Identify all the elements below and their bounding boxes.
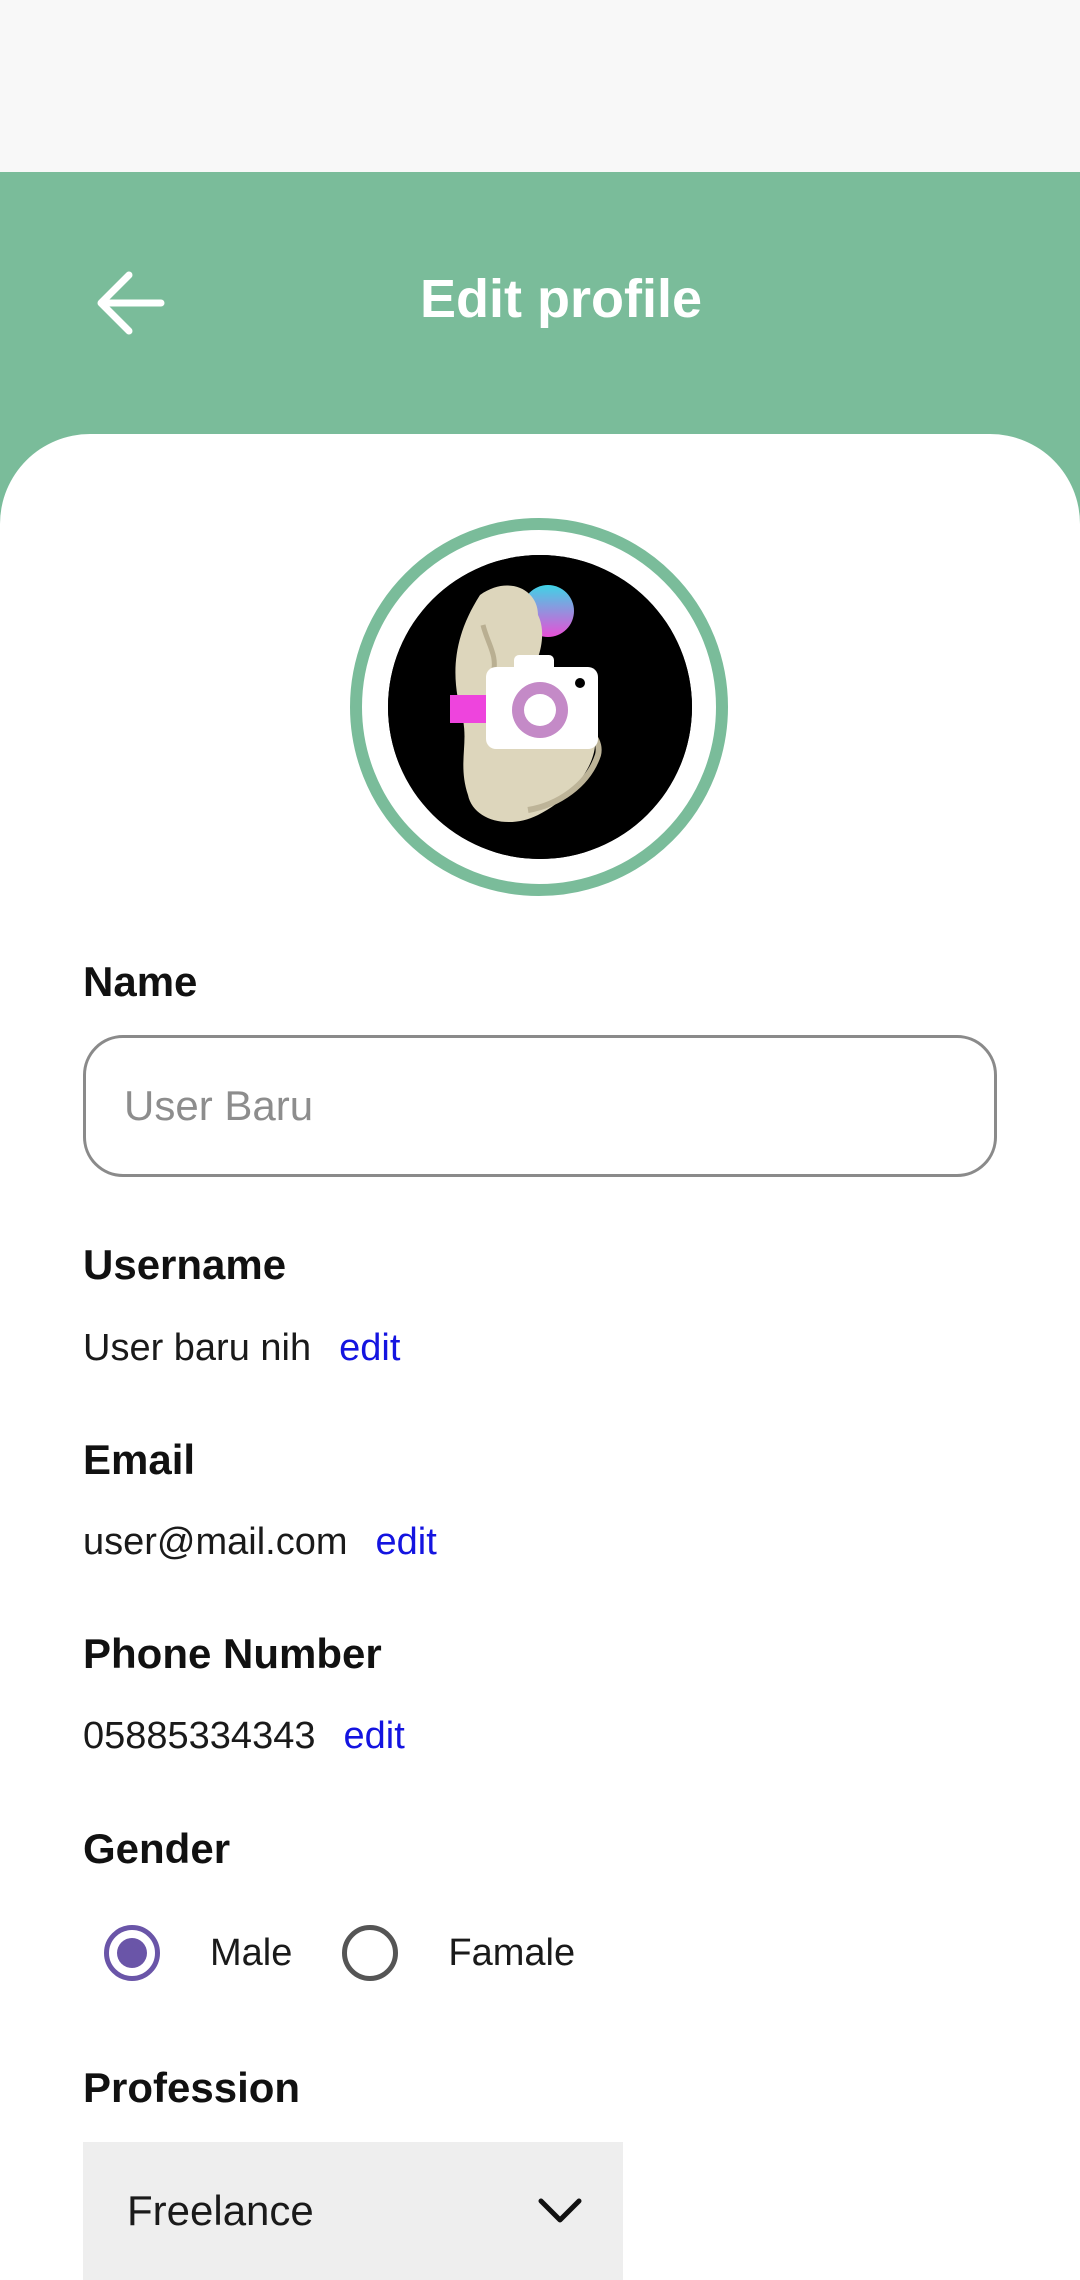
name-label: Name xyxy=(83,958,198,1005)
edit-phone-link[interactable]: edit xyxy=(343,1715,404,1758)
email-label: Email xyxy=(83,1436,196,1483)
edit-username-link[interactable]: edit xyxy=(339,1327,400,1370)
radio-selected-dot xyxy=(117,1938,147,1968)
email-value: user@mail.com xyxy=(83,1521,348,1563)
username-label: Username xyxy=(83,1241,287,1288)
avatar[interactable] xyxy=(388,555,692,859)
edit-email-link[interactable]: edit xyxy=(376,1521,437,1564)
name-input[interactable] xyxy=(83,1035,997,1177)
status-bar xyxy=(0,0,1080,172)
avatar-image xyxy=(388,555,692,859)
phone-label: Phone Number xyxy=(83,1630,382,1677)
gender-radio-male[interactable] xyxy=(104,1925,160,1981)
gender-radio-female[interactable] xyxy=(342,1925,399,1981)
phone-value: 05885334343 xyxy=(83,1715,316,1757)
username-value: User baru nih xyxy=(83,1327,312,1369)
chevron-down-icon xyxy=(538,2198,582,2223)
gender-option-female-label[interactable]: Famale xyxy=(448,1932,575,1975)
email-row: user@mail.com edit xyxy=(83,1521,437,1564)
profession-label: Profession xyxy=(83,2064,301,2111)
profession-selected-value: Freelance xyxy=(127,2187,314,2234)
phone-row: 05885334343 edit xyxy=(83,1715,405,1758)
gender-radio-group: Male Famale xyxy=(104,1923,575,1983)
page-title: Edit profile xyxy=(420,269,702,329)
profession-dropdown[interactable]: Freelance xyxy=(83,2142,623,2280)
username-row: User baru nih edit xyxy=(83,1327,400,1370)
gender-option-male-label[interactable]: Male xyxy=(210,1932,292,1975)
gender-label: Gender xyxy=(83,1825,231,1872)
